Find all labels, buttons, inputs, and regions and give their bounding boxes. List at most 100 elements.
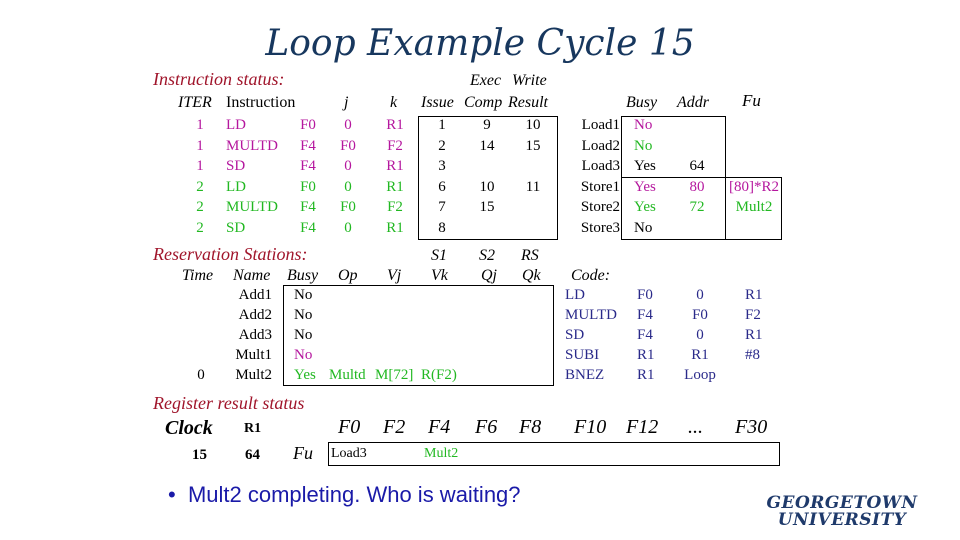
- register-fu-value: Mult2: [424, 446, 459, 461]
- rs-busy: No: [294, 327, 313, 343]
- register-header: F4: [428, 416, 451, 438]
- instr-iter: 2: [196, 199, 204, 215]
- buffer-name: Store3: [580, 219, 620, 236]
- register-fu-value: Load3: [331, 446, 367, 461]
- col-comp: Comp: [464, 94, 503, 111]
- instr-comp: 14: [479, 137, 495, 154]
- buffer-addr: 80: [689, 178, 705, 195]
- instr-op: SD: [226, 219, 246, 236]
- register-header: F10: [574, 416, 607, 438]
- instr-comp: 15: [479, 199, 495, 215]
- buffer-name: Load3: [581, 158, 620, 174]
- buffer-busy: Yes: [634, 178, 656, 195]
- buffer-busy: Yes: [634, 158, 656, 174]
- rs-name: Mult1: [235, 347, 272, 363]
- bullet-icon: •: [168, 482, 176, 507]
- buffer-busy: No: [634, 137, 653, 154]
- col-qk: Qk: [522, 267, 541, 284]
- buffer-name: Store1: [580, 178, 620, 195]
- code-token: R1: [637, 347, 655, 363]
- instr-iter: 2: [196, 219, 204, 236]
- rs-busy: No: [294, 307, 313, 323]
- instr-j: 0: [344, 219, 352, 236]
- instr-op: LD: [226, 178, 246, 195]
- code-token: LD: [565, 287, 585, 303]
- code-token: Loop: [684, 367, 716, 383]
- code-token: R1: [691, 347, 709, 363]
- rs-busy: No: [294, 347, 313, 363]
- instr-issue: 7: [438, 199, 446, 215]
- code-token: R1: [745, 287, 763, 303]
- rs-vk: R(F2): [421, 367, 457, 383]
- instr-iter: 1: [196, 158, 204, 174]
- col-result: Result: [508, 94, 548, 111]
- register-header: F6: [475, 416, 498, 438]
- code-token: MULTD: [565, 307, 617, 323]
- code-token: F4: [637, 307, 653, 323]
- instr-result: 15: [525, 137, 541, 154]
- clock-value: 15: [192, 447, 207, 463]
- code-token: SUBI: [565, 347, 600, 363]
- col-iter: ITER: [178, 94, 212, 111]
- instr-issue: 6: [438, 178, 446, 195]
- instr-op: SD: [226, 158, 246, 174]
- rs-name: Add2: [238, 307, 272, 323]
- bullet-point: • Mult2 completing. Who is waiting?: [168, 482, 521, 508]
- s2-header: S2: [479, 247, 495, 264]
- instr-iter: 2: [196, 178, 204, 195]
- rs-op: Multd: [329, 367, 366, 383]
- code-token: BNEZ: [565, 367, 605, 383]
- instr-op: MULTD: [226, 199, 278, 215]
- write-header: Write: [512, 72, 547, 89]
- r1-value: 64: [245, 447, 260, 463]
- register-header: F2: [383, 416, 406, 438]
- col-fu: Fu: [742, 91, 761, 110]
- code-label: Code:: [571, 267, 611, 284]
- col-rs-busy: Busy: [287, 267, 319, 284]
- buffer-name: Load2: [581, 137, 620, 154]
- instr-j: 0: [344, 178, 352, 195]
- r1-label: R1: [244, 421, 262, 436]
- fu-label: Fu: [293, 443, 313, 463]
- register-result-status-label: Register result status: [153, 393, 305, 413]
- instr-j: 0: [344, 158, 352, 174]
- rs-vj: M[72]: [375, 367, 414, 383]
- register-header: F8: [519, 416, 542, 438]
- instr-op: MULTD: [226, 137, 278, 154]
- rs-busy: Yes: [294, 367, 316, 383]
- instr-dest: F4: [300, 137, 316, 154]
- rs-name: Add1: [238, 287, 272, 303]
- code-token: F0: [692, 307, 708, 323]
- col-time: Time: [182, 267, 214, 284]
- buffer-fu: [80]*R2: [729, 178, 779, 195]
- instr-dest: F4: [300, 158, 316, 174]
- code-token: #8: [745, 347, 760, 363]
- buffer-busy: No: [634, 219, 653, 236]
- register-header: F0: [338, 416, 361, 438]
- col-issue: Issue: [421, 94, 454, 111]
- instr-dest: F0: [300, 178, 316, 195]
- bullet-text: Mult2 completing. Who is waiting?: [187, 482, 521, 507]
- col-addr: Addr: [677, 94, 709, 111]
- instr-comp: 9: [483, 117, 491, 133]
- instr-op: LD: [226, 117, 246, 133]
- instr-j: 0: [344, 117, 352, 133]
- buffer-name: Store2: [580, 199, 620, 215]
- instr-k: R1: [386, 178, 404, 195]
- buffer-addr: 72: [689, 199, 705, 215]
- buffer-fu: Mult2: [735, 199, 773, 215]
- georgetown-logo: GEORGETOWN UNIVERSITY: [752, 495, 932, 529]
- register-fu-box: [328, 442, 780, 466]
- reservation-stations-box: [283, 285, 554, 386]
- instr-dest: F4: [300, 219, 316, 236]
- instr-result: 10: [525, 117, 541, 133]
- instr-issue: 1: [438, 117, 446, 133]
- col-j: j: [344, 94, 349, 111]
- col-k: k: [390, 94, 398, 111]
- col-name: Name: [233, 267, 271, 284]
- rs-name: Add3: [238, 327, 272, 343]
- instr-k: R1: [386, 158, 404, 174]
- rs-time: 0: [197, 367, 205, 383]
- instr-iter: 1: [196, 137, 204, 154]
- instr-k: R1: [386, 117, 404, 133]
